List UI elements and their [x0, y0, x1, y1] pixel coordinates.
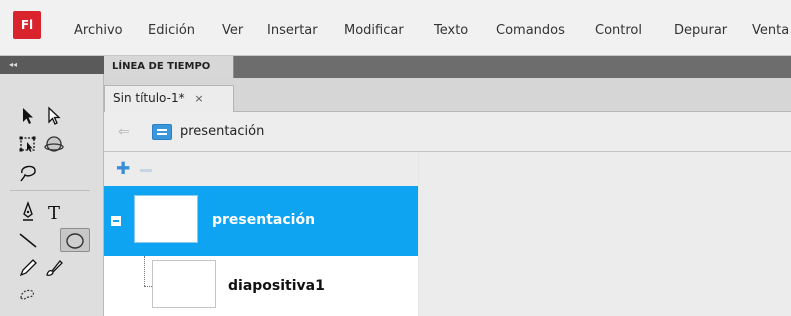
timeline-bar: LÍNEA DE TIEMPO: [104, 56, 791, 78]
stage-area[interactable]: [419, 152, 791, 316]
close-icon[interactable]: ×: [194, 92, 203, 105]
3d-rotation-icon[interactable]: [42, 132, 66, 156]
tree-connector: [144, 256, 145, 286]
line-icon[interactable]: [16, 228, 40, 252]
menu-insertar[interactable]: Insertar: [267, 23, 318, 38]
tab-timeline[interactable]: LÍNEA DE TIEMPO: [104, 56, 234, 78]
menu-ventana[interactable]: Venta: [752, 23, 789, 38]
svg-text:T: T: [48, 203, 60, 224]
menu-texto[interactable]: Texto: [434, 23, 468, 38]
menu-ver[interactable]: Ver: [222, 23, 243, 38]
pen-icon[interactable]: [16, 200, 40, 224]
tree-connector: [144, 286, 152, 287]
screen-thumbnail: [152, 260, 216, 308]
screen-outline-panel: ✚ presentación diapositiva1: [104, 152, 418, 316]
free-transform-icon[interactable]: [16, 132, 40, 156]
collapse-panel-button[interactable]: ◂◂: [0, 56, 104, 74]
menu-comandos[interactable]: Comandos: [496, 23, 565, 38]
menu-modificar[interactable]: Modificar: [344, 23, 404, 38]
tools-panel: ◂◂ T: [0, 56, 104, 316]
breadcrumb: ⇐ presentación: [104, 112, 791, 152]
add-screen-icon[interactable]: ✚: [116, 161, 130, 178]
text-icon[interactable]: T: [42, 200, 66, 224]
selection-icon[interactable]: [16, 104, 40, 128]
app-window: Fl Archivo Edición Ver Insertar Modifica…: [0, 0, 791, 316]
document-tab-label: Sin título-1*: [113, 91, 185, 105]
tab-document[interactable]: Sin título-1* ×: [104, 85, 234, 112]
remove-screen-icon[interactable]: [140, 169, 152, 172]
brush-icon[interactable]: [42, 256, 66, 280]
menu-edicion[interactable]: Edición: [148, 23, 195, 38]
outline-toolbar: ✚: [104, 152, 418, 186]
oval-icon[interactable]: [60, 228, 90, 252]
outline-row-diapositiva1[interactable]: diapositiva1: [104, 256, 418, 316]
menu-bar: Fl Archivo Edición Ver Insertar Modifica…: [0, 0, 791, 56]
flash-logo: Fl: [13, 11, 41, 39]
menu-archivo[interactable]: Archivo: [74, 23, 123, 38]
lasso-icon[interactable]: [16, 160, 40, 184]
tool-divider: [10, 190, 90, 191]
screen-icon: [152, 124, 172, 140]
deco-icon[interactable]: [16, 282, 40, 306]
collapse-toggle-icon[interactable]: [111, 216, 121, 226]
menu-depurar[interactable]: Depurar: [674, 23, 727, 38]
screen-label: presentación: [212, 212, 316, 228]
subselection-icon[interactable]: [42, 104, 66, 128]
document-tab-bar: Sin título-1* ×: [104, 78, 791, 112]
breadcrumb-label[interactable]: presentación: [180, 124, 264, 139]
menu-control[interactable]: Control: [595, 23, 642, 38]
screen-thumbnail: [134, 195, 198, 243]
screen-label: diapositiva1: [228, 278, 325, 294]
pencil-icon[interactable]: [16, 256, 40, 280]
back-arrow-icon[interactable]: ⇐: [118, 124, 130, 140]
outline-row-presentacion[interactable]: presentación: [104, 186, 418, 256]
